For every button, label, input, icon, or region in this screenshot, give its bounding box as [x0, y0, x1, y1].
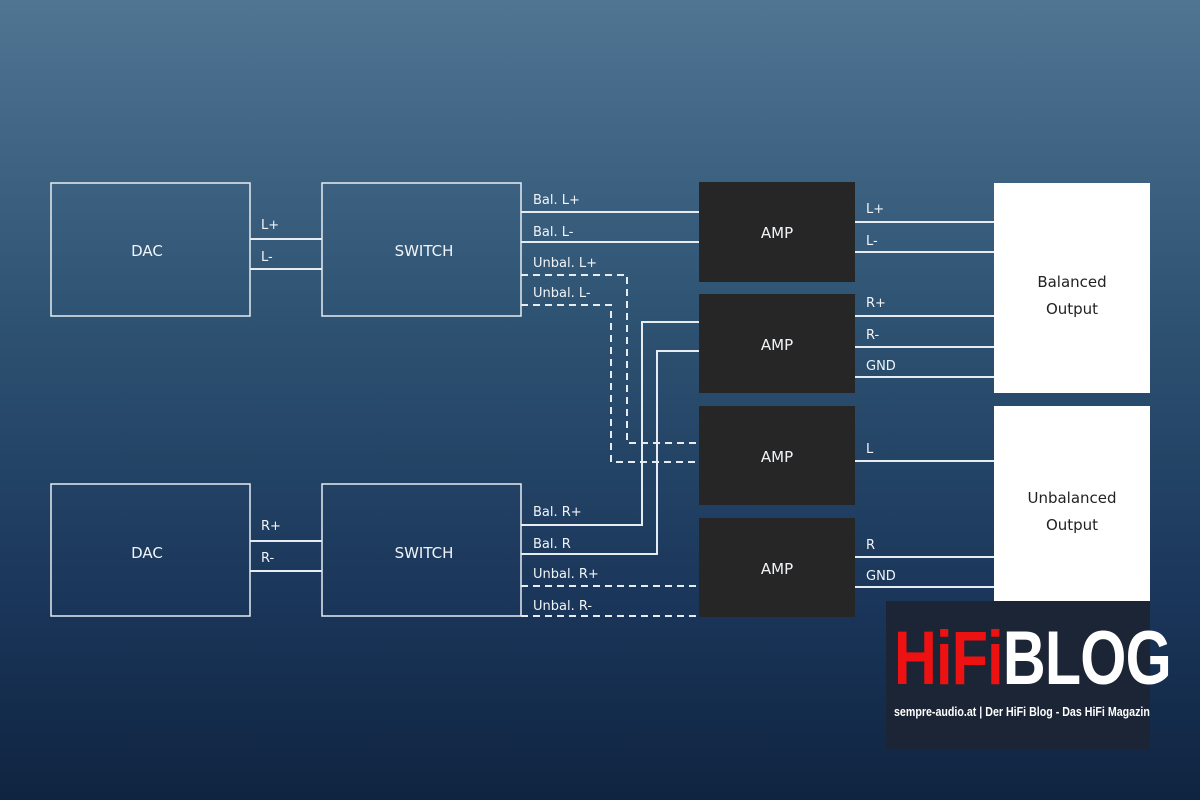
- wire-label: L+: [261, 218, 279, 233]
- wire-label: R-: [261, 551, 275, 566]
- wire-label: GND: [866, 359, 896, 374]
- logo-wordmark: HiFiBLOG: [894, 616, 1172, 701]
- dac-bottom-label: DAC: [131, 544, 163, 562]
- logo-tagline: sempre-audio.at | Der HiFi Blog - Das Hi…: [894, 704, 1150, 719]
- wire-label: Bal. L-: [533, 225, 574, 240]
- switch-top-label: SWITCH: [395, 242, 454, 260]
- wire-label: Bal. R+: [533, 505, 582, 520]
- wire-unbal-l-minus: [521, 304, 699, 463]
- amp-2-label: AMP: [761, 336, 793, 354]
- wire-label: L+: [866, 202, 884, 217]
- wire-label: L-: [261, 250, 273, 265]
- balanced-output-label-1: Balanced: [1037, 273, 1106, 291]
- wire-label: R-: [866, 328, 880, 343]
- wire-label: Unbal. L-: [533, 286, 591, 301]
- amp-3-label: AMP: [761, 448, 793, 466]
- unbalanced-output-label-2: Output: [1046, 516, 1098, 534]
- wire-label: Unbal. R-: [533, 599, 592, 614]
- hifiblog-logo: HiFiBLOG sempre-audio.at | Der HiFi Blog…: [886, 601, 1172, 749]
- wire-label: Unbal. R+: [533, 567, 599, 582]
- wire-bal-r: [521, 350, 699, 555]
- wire-label: L: [866, 442, 874, 457]
- dac-top-label: DAC: [131, 242, 163, 260]
- wire-label: R+: [866, 296, 886, 311]
- wire-label: GND: [866, 569, 896, 584]
- wire-label: Bal. R: [533, 537, 571, 552]
- amp-4-label: AMP: [761, 560, 793, 578]
- unbalanced-output-label-1: Unbalanced: [1027, 489, 1116, 507]
- wire-label: R+: [261, 519, 281, 534]
- amp-1-label: AMP: [761, 224, 793, 242]
- balanced-output-label-2: Output: [1046, 300, 1098, 318]
- wire-label: Unbal. L+: [533, 256, 597, 271]
- wire-label: L-: [866, 234, 878, 249]
- wire-label: Bal. L+: [533, 193, 580, 208]
- switch-bottom-label: SWITCH: [395, 544, 454, 562]
- wire-label: R: [866, 538, 875, 553]
